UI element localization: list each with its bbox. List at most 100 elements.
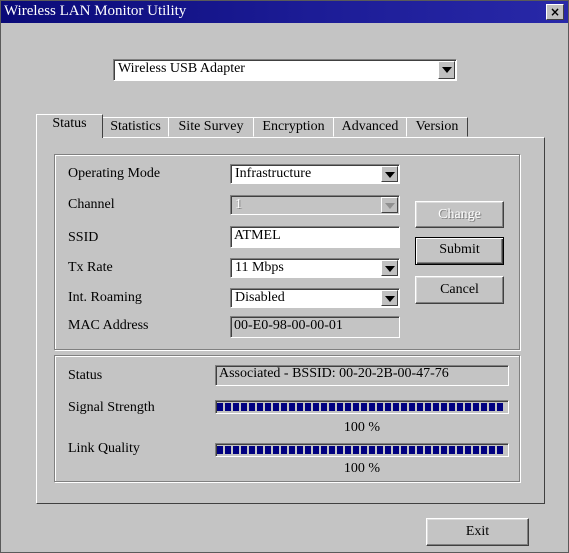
progress-segment (409, 403, 415, 411)
progress-segment (289, 446, 295, 454)
tx-rate-select[interactable]: 11 Mbps (230, 258, 400, 278)
progress-segment (273, 446, 279, 454)
tab-statistics[interactable]: Statistics (102, 117, 169, 137)
progress-segment (481, 403, 487, 411)
progress-segment (449, 403, 455, 411)
progress-segment (329, 446, 335, 454)
ssid-label: SSID (68, 230, 99, 245)
progress-segment (377, 403, 383, 411)
progress-segment (353, 403, 359, 411)
tab-advanced[interactable]: Advanced (333, 117, 407, 137)
progress-segment (457, 446, 463, 454)
progress-segment (441, 446, 447, 454)
progress-segment (265, 403, 271, 411)
change-button-label: Change (438, 207, 481, 222)
tab-version[interactable]: Version (406, 117, 468, 137)
progress-segment (369, 446, 375, 454)
progress-segment (417, 446, 423, 454)
progress-segment (393, 403, 399, 411)
progress-segment (321, 446, 327, 454)
progress-segment (489, 446, 495, 454)
progress-segment (409, 446, 415, 454)
submit-button-label: Submit (439, 242, 480, 257)
exit-button[interactable]: Exit (426, 518, 529, 546)
roaming-select[interactable]: Disabled (230, 288, 400, 308)
progress-segment (441, 403, 447, 411)
progress-segment (473, 403, 479, 411)
progress-segment (465, 403, 471, 411)
progress-segment (401, 446, 407, 454)
progress-segment (361, 446, 367, 454)
mac-address-value: 00-E0-98-00-00-01 (234, 318, 343, 333)
tab-encryption[interactable]: Encryption (253, 117, 334, 137)
progress-segment (257, 403, 263, 411)
tab-status[interactable]: Status (36, 114, 103, 138)
roaming-value: Disabled (235, 290, 285, 305)
progress-segment (417, 403, 423, 411)
progress-segment (457, 403, 463, 411)
progress-segment (321, 403, 327, 411)
progress-segment (345, 403, 351, 411)
progress-segment (385, 446, 391, 454)
progress-segment (297, 446, 303, 454)
progress-segment (497, 403, 503, 411)
change-button: Change (415, 201, 504, 228)
ssid-value: ATMEL (234, 228, 281, 243)
progress-segment (249, 446, 255, 454)
main-window: Wireless LAN Monitor Utility × Wireless … (0, 0, 569, 553)
operating-mode-select[interactable]: Infrastructure (230, 164, 400, 184)
progress-segment (473, 446, 479, 454)
cancel-button-label: Cancel (440, 282, 479, 297)
progress-segment (281, 403, 287, 411)
close-icon[interactable]: × (546, 4, 564, 20)
mac-address-label: MAC Address (68, 318, 149, 333)
progress-segment (281, 446, 287, 454)
operating-mode-label: Operating Mode (68, 166, 161, 181)
progress-segment (241, 403, 247, 411)
title-bar[interactable]: Wireless LAN Monitor Utility × (1, 1, 568, 23)
adapter-select-value: Wireless USB Adapter (118, 61, 245, 76)
chevron-down-icon[interactable] (381, 260, 398, 276)
progress-segment (225, 403, 231, 411)
exit-button-label: Exit (465, 524, 490, 539)
progress-segment (425, 446, 431, 454)
status-value: Associated - BSSID: 00-20-2B-00-47-76 (219, 366, 449, 381)
chevron-down-icon[interactable] (381, 290, 398, 306)
progress-segment (433, 446, 439, 454)
roaming-label: Int. Roaming (68, 290, 142, 305)
progress-segment (313, 446, 319, 454)
progress-segment (289, 403, 295, 411)
channel-value: 1 (235, 197, 242, 212)
chevron-down-icon[interactable] (438, 61, 455, 79)
chevron-down-icon (381, 197, 398, 213)
progress-segment (401, 403, 407, 411)
ssid-input[interactable]: ATMEL (230, 226, 400, 248)
link-quality-percent: 100 % (343, 461, 381, 476)
progress-segment (377, 446, 383, 454)
progress-segment (345, 446, 351, 454)
submit-button[interactable]: Submit (415, 237, 504, 265)
tab-site-survey[interactable]: Site Survey (168, 117, 254, 137)
signal-strength-label: Signal Strength (68, 400, 155, 415)
progress-segment (385, 403, 391, 411)
progress-segment (393, 446, 399, 454)
chevron-down-icon[interactable] (381, 166, 398, 182)
progress-segment (265, 446, 271, 454)
progress-segment (217, 403, 223, 411)
progress-segment (329, 403, 335, 411)
progress-segment (249, 403, 255, 411)
progress-segment (337, 403, 343, 411)
progress-segment (489, 403, 495, 411)
progress-segment (241, 446, 247, 454)
cancel-button[interactable]: Cancel (415, 276, 504, 304)
progress-segment (313, 403, 319, 411)
progress-segment (481, 446, 487, 454)
progress-segment (337, 446, 343, 454)
channel-select: 1 (230, 195, 400, 215)
progress-segment (369, 403, 375, 411)
adapter-select[interactable]: Wireless USB Adapter (113, 59, 457, 81)
signal-strength-bar (215, 400, 509, 414)
progress-segment (425, 403, 431, 411)
progress-segment (225, 446, 231, 454)
progress-segment (449, 446, 455, 454)
